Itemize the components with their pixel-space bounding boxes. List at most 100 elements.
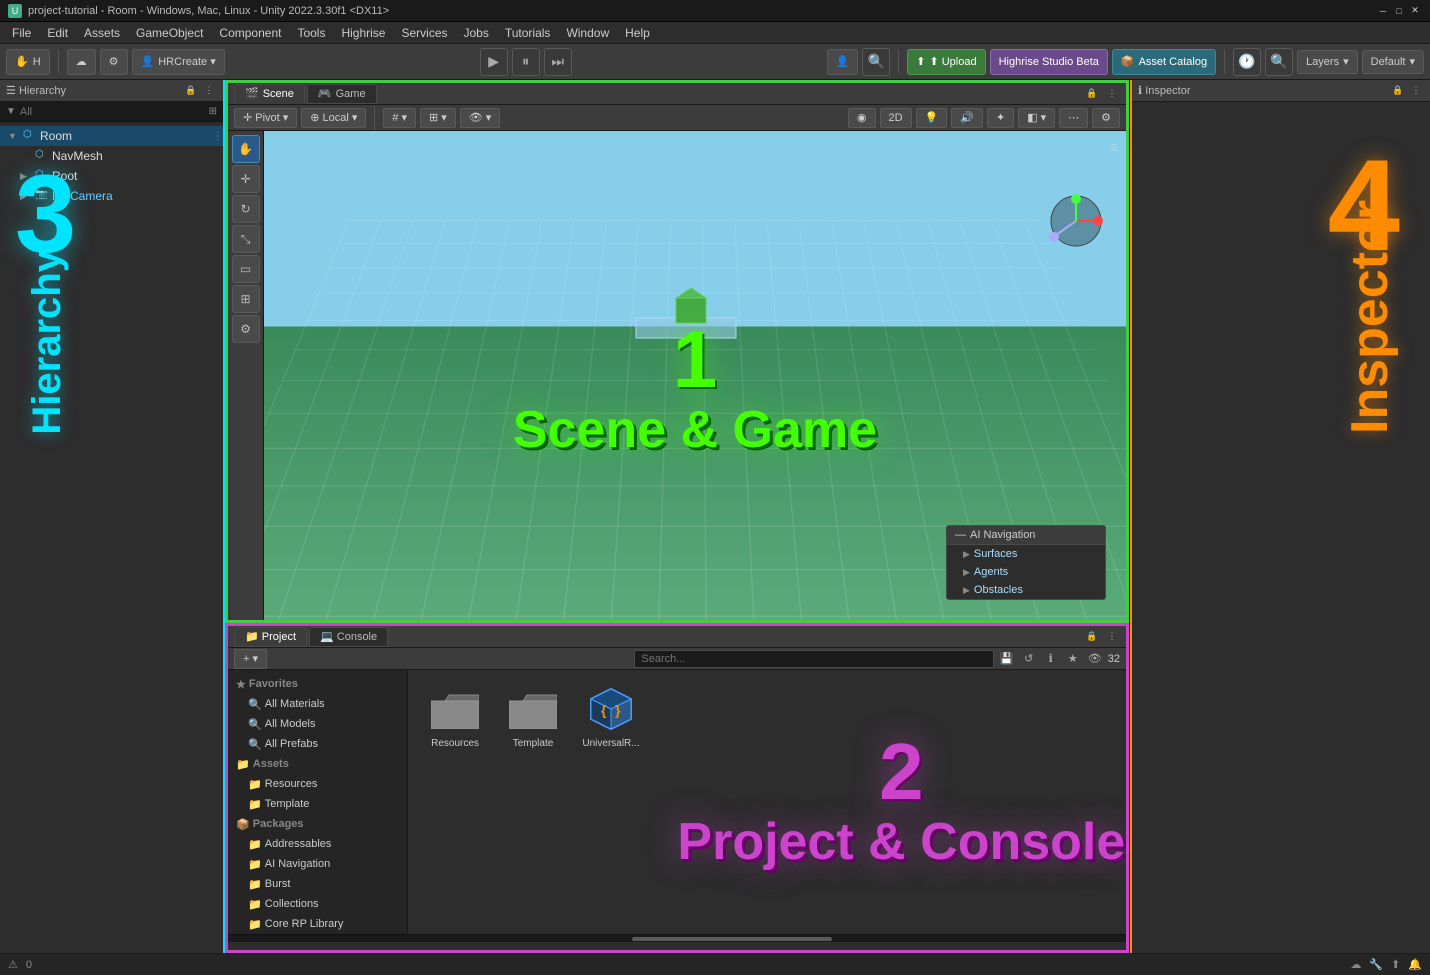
menu-jobs[interactable]: Jobs [456, 24, 497, 42]
tree-label-rtscamera: RtsCamera [52, 189, 113, 203]
project-add-button[interactable]: + ▾ [234, 649, 267, 669]
tab-project[interactable]: 📁 Project [234, 627, 307, 647]
burst-icon: 📁 [248, 878, 262, 891]
hand-tool-button[interactable]: ✋ H [6, 49, 50, 75]
search-btn-2[interactable]: 🔍 [1265, 48, 1293, 76]
ai-nav-agents[interactable]: ▶ Agents [947, 563, 1105, 581]
minimize-button[interactable]: ─ [1376, 4, 1390, 18]
project-menu-button[interactable]: ⋮ [1104, 629, 1120, 645]
proj-info-btn[interactable]: ℹ [1042, 650, 1060, 668]
close-button[interactable]: ✕ [1408, 4, 1422, 18]
asset-universalr[interactable]: { } UniversalR... [576, 682, 646, 749]
project-sidebar: ★ Favorites 🔍 All Materials 🔍 All Models… [228, 670, 408, 934]
upload-label: ⬆ Upload [929, 55, 976, 68]
studio-beta-button[interactable]: Highrise Studio Beta [990, 49, 1108, 75]
pause-button[interactable]: ⏸ [512, 48, 540, 76]
hierarchy-lock-button[interactable]: 🔒 [183, 83, 199, 99]
asset-resources[interactable]: Resources [420, 682, 490, 749]
collections-item[interactable]: 📁 Collections [228, 894, 407, 914]
ai-nav-obstacles[interactable]: ▶ Obstacles [947, 581, 1105, 599]
hierarchy-search-input[interactable] [20, 106, 80, 118]
project-search-input[interactable] [634, 650, 993, 668]
step-button[interactable]: ⏭ [544, 48, 572, 76]
all-materials-item[interactable]: 🔍 All Materials [228, 694, 407, 714]
core-rp-item[interactable]: 📁 Core RP Library [228, 914, 407, 934]
scene-options-icon[interactable]: ≡ [1110, 139, 1118, 155]
rotate-tool-btn[interactable]: ↻ [232, 195, 260, 223]
inspector-lock-button[interactable]: 🔒 [1390, 83, 1406, 99]
menu-tools[interactable]: Tools [289, 24, 333, 42]
audio-button[interactable]: 🔊 [951, 108, 983, 128]
menu-highrise[interactable]: Highrise [333, 24, 393, 42]
proj-eye-btn[interactable]: 👁 [1086, 650, 1104, 668]
tab-scene[interactable]: 🎬 Scene [234, 84, 305, 104]
asset-catalog-button[interactable]: 📦 Asset Catalog [1112, 49, 1216, 75]
tree-item-navmesh[interactable]: ⬡ NavMesh [0, 146, 223, 166]
account-button[interactable]: 👤 HRCreate ▾ [132, 49, 225, 75]
local-button[interactable]: ⊕ Local ▾ [301, 108, 366, 128]
pivot-button[interactable]: ✛ Pivot ▾ [234, 108, 297, 128]
proj-save-btn[interactable]: 💾 [998, 650, 1016, 668]
2d-button[interactable]: 2D [880, 108, 912, 128]
menu-services[interactable]: Services [393, 24, 455, 42]
account-icon-button[interactable]: 👤 [827, 49, 859, 75]
fx-button[interactable]: ✦ [987, 108, 1014, 128]
menu-assets[interactable]: Assets [76, 24, 128, 42]
tree-item-room[interactable]: ▼ ⬡ Room ⋮ [0, 126, 223, 146]
inspector-menu-button[interactable]: ⋮ [1408, 83, 1424, 99]
play-button[interactable]: ▶ [480, 48, 508, 76]
light-button[interactable]: 💡 [916, 108, 948, 128]
all-models-item[interactable]: 🔍 All Models [228, 714, 407, 734]
room-icon: ⬡ [23, 129, 37, 143]
project-scrollbar[interactable] [228, 934, 1126, 942]
proj-star-btn[interactable]: ★ [1064, 650, 1082, 668]
custom-tool-btn[interactable]: ⚙ [232, 315, 260, 343]
menu-edit[interactable]: Edit [39, 24, 76, 42]
scale-tool-btn[interactable]: ⤡ [232, 225, 260, 253]
maximize-button[interactable]: □ [1392, 4, 1406, 18]
resources-item[interactable]: 📁 Resources [228, 774, 407, 794]
move-tool-btn[interactable]: ✛ [232, 165, 260, 193]
upload-button[interactable]: ⬆ ⬆ Upload [907, 49, 985, 75]
more-button[interactable]: ⋯ [1059, 108, 1088, 128]
ai-nav-surfaces[interactable]: ▶ Surfaces [947, 545, 1105, 563]
menu-tutorials[interactable]: Tutorials [497, 24, 559, 42]
cloud-button[interactable]: ☁ [67, 49, 96, 75]
hierarchy-menu-button[interactable]: ⋮ [201, 83, 217, 99]
menu-component[interactable]: Component [211, 24, 289, 42]
hand-tool-btn[interactable]: ✋ [232, 135, 260, 163]
search-button[interactable]: 🔍 [862, 48, 890, 76]
proj-refresh-btn[interactable]: ↺ [1020, 650, 1038, 668]
history-button[interactable]: 🕐 [1233, 48, 1261, 76]
menu-file[interactable]: File [4, 24, 39, 42]
menu-gameobject[interactable]: GameObject [128, 24, 211, 42]
grid-button[interactable]: # ▾ [383, 108, 416, 128]
scene-lock-button[interactable]: 🔒 [1084, 86, 1100, 102]
snap-button[interactable]: ⊞ ▾ [420, 108, 456, 128]
settings-button[interactable]: ⚙ [100, 49, 128, 75]
layers-dropdown[interactable]: Layers ▾ [1297, 50, 1358, 74]
template-item[interactable]: 📁 Template [228, 794, 407, 814]
addressables-item[interactable]: 📁 Addressables [228, 834, 407, 854]
tree-item-root[interactable]: ▶ ⬡ Root [0, 166, 223, 186]
transform-tool-btn[interactable]: ⊞ [232, 285, 260, 313]
scene-menu-button[interactable]: ⋮ [1104, 86, 1120, 102]
view-button[interactable]: 👁 ▾ [460, 108, 501, 128]
default-dropdown[interactable]: Default ▾ [1362, 50, 1424, 74]
rect-tool-btn[interactable]: ▭ [232, 255, 260, 283]
tree-item-rtscamera[interactable]: ▶ 📷 RtsCamera [0, 186, 223, 206]
tab-game[interactable]: 🎮 Game [307, 84, 377, 104]
asset-template[interactable]: Template [498, 682, 568, 749]
gizmos-button[interactable]: ⚙ [1092, 108, 1120, 128]
perspective-button[interactable]: ◉ [848, 108, 876, 128]
menu-help[interactable]: Help [617, 24, 658, 42]
search-icon: 🔍 [868, 53, 885, 70]
hidden-button[interactable]: ◧ ▾ [1018, 108, 1055, 128]
tab-console[interactable]: 💻 Console [309, 627, 388, 647]
project-lock-button[interactable]: 🔒 [1084, 629, 1100, 645]
all-prefabs-item[interactable]: 🔍 All Prefabs [228, 734, 407, 754]
agents-arrow-icon: ▶ [963, 567, 970, 578]
burst-item[interactable]: 📁 Burst [228, 874, 407, 894]
ai-navigation-item[interactable]: 📁 AI Navigation [228, 854, 407, 874]
menu-window[interactable]: Window [558, 24, 617, 42]
